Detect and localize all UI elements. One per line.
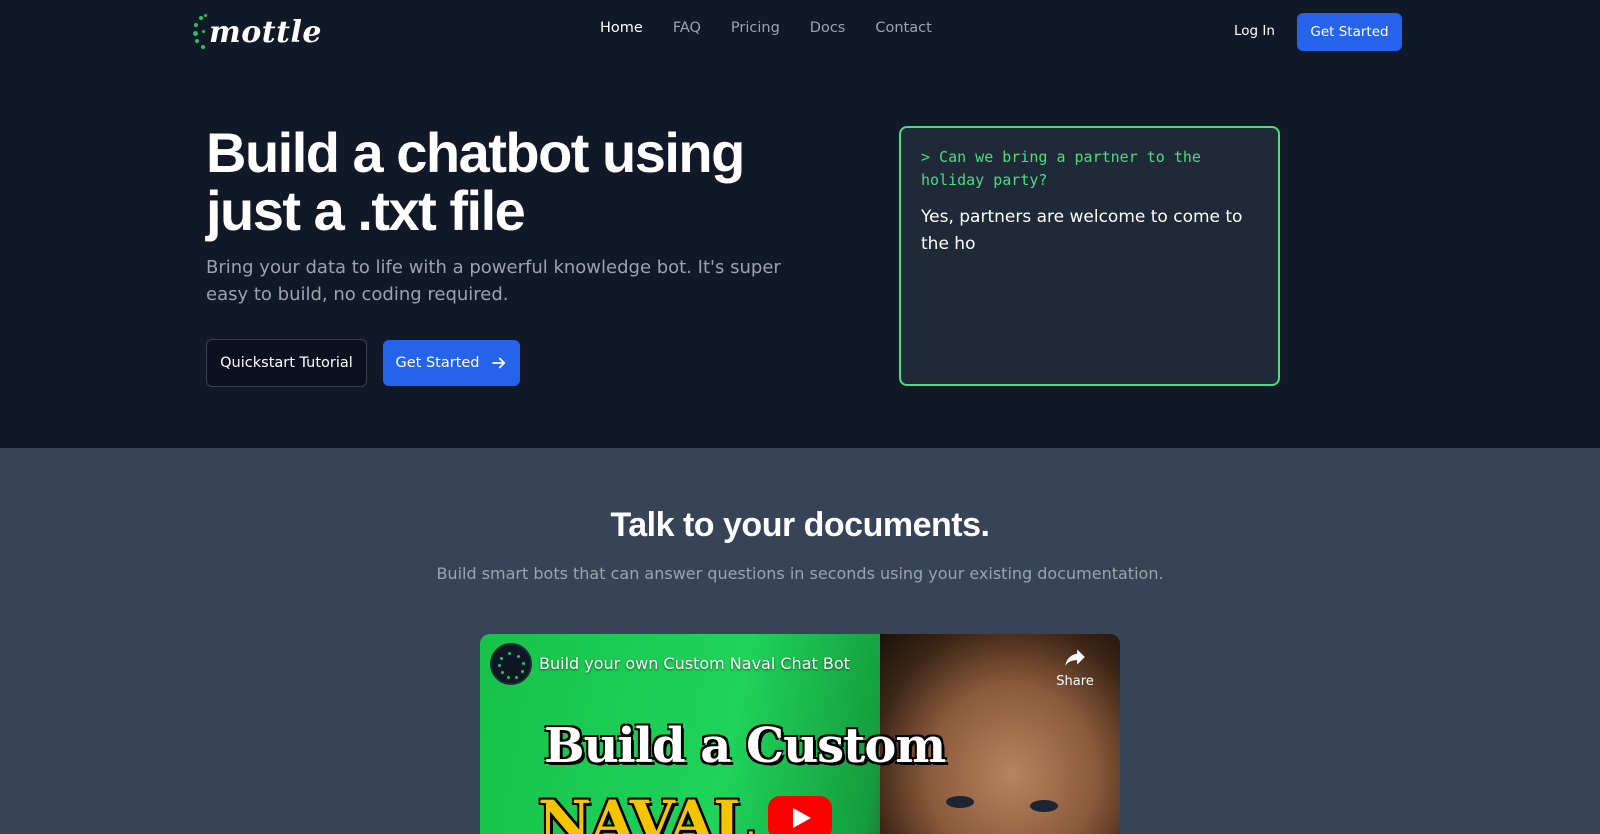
hero-section: mottle Home FAQ Pricing Docs Contact Log… [0,0,1600,448]
nav-contact[interactable]: Contact [875,20,931,36]
section-subtitle: Build smart bots that can answer questio… [436,564,1164,583]
quickstart-tutorial-button[interactable]: Quickstart Tutorial [206,339,367,387]
get-started-button[interactable]: Get Started [383,340,520,386]
logo-text: mottle [209,14,322,50]
nav-links: Home FAQ Pricing Docs Contact [600,20,932,36]
get-started-label: Get Started [395,355,480,371]
chat-question: > Can we bring a partner to the holiday … [921,148,1201,189]
nav-docs[interactable]: Docs [810,20,846,36]
nav-pricing[interactable]: Pricing [731,20,780,36]
share-icon [1065,649,1085,666]
logo[interactable]: mottle [193,10,322,54]
login-link[interactable]: Log In [1234,23,1275,39]
hero-subtitle: Bring your data to life with a powerful … [206,257,781,305]
video-embed[interactable]: Build your own Custom Naval Chat Bot Sha… [480,634,1120,834]
logo-dots-icon [193,12,209,52]
video-title[interactable]: Build your own Custom Naval Chat Bot [539,654,850,673]
thumbnail-headline: Build a Custom [544,718,946,774]
top-nav: mottle Home FAQ Pricing Docs Contact Log… [0,0,1600,64]
docs-section: Talk to your documents. Build smart bots… [0,448,1600,834]
chat-demo-box: > Can we bring a partner to the holiday … [899,126,1280,386]
chat-answer: Yes, partners are welcome to come to the… [921,207,1243,254]
section-title: Talk to your documents. [610,506,990,544]
share-label: Share [1056,674,1094,689]
arrow-right-icon [491,357,505,369]
nav-get-started-button[interactable]: Get Started [1297,13,1402,51]
nav-home[interactable]: Home [600,20,643,36]
nav-faq[interactable]: FAQ [673,20,701,36]
share-button[interactable]: Share [1045,644,1105,689]
play-button-icon[interactable] [768,796,832,834]
hero-title: Build a chatbot using just a .txt file [206,121,745,242]
channel-avatar[interactable] [490,643,532,685]
thumbnail-subheadline: NAVAL [538,788,754,834]
